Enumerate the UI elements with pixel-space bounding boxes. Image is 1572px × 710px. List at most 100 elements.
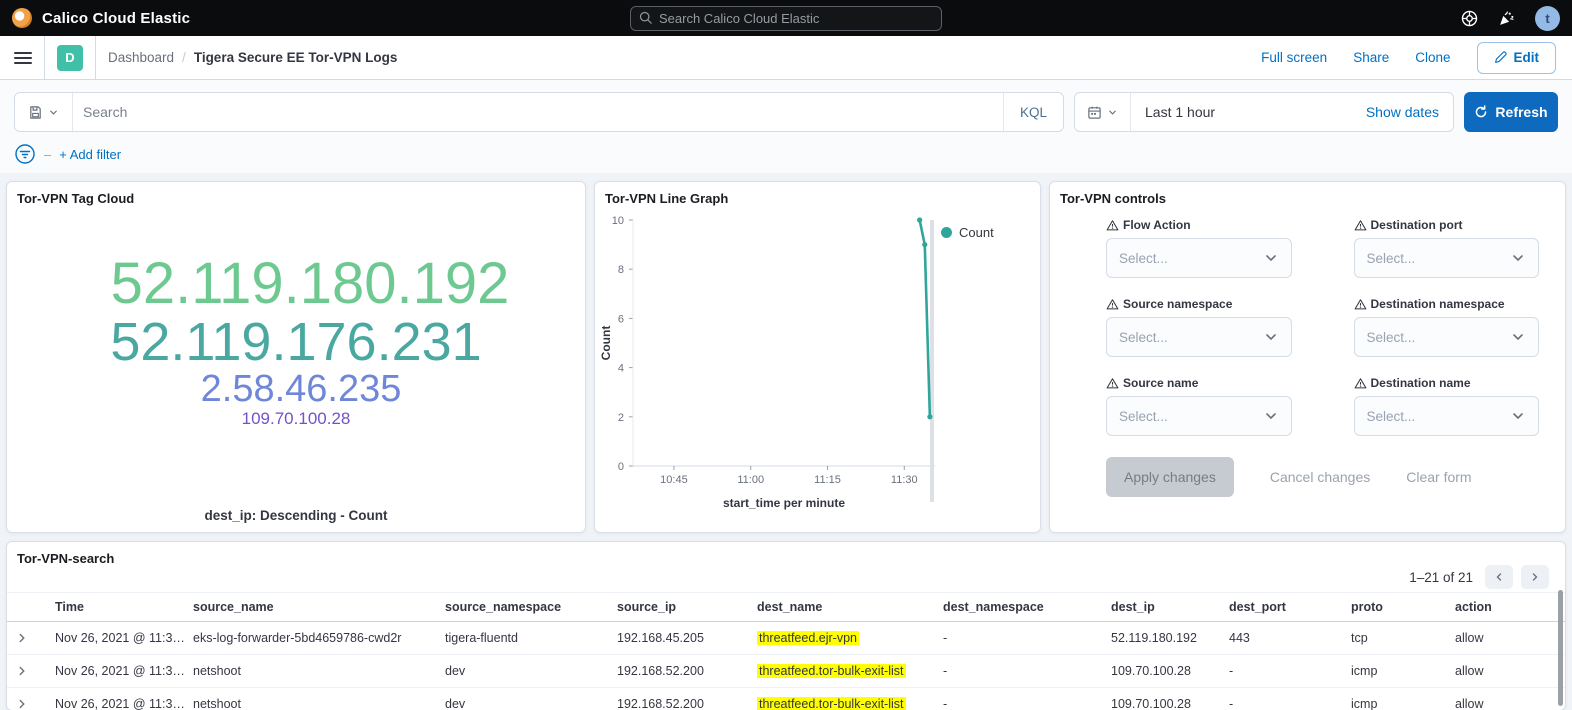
query-language-button[interactable]: KQL bbox=[1003, 93, 1063, 131]
help-life-ring-icon[interactable] bbox=[1461, 10, 1478, 27]
cell: 443 bbox=[1229, 631, 1351, 645]
svg-text:4: 4 bbox=[618, 363, 624, 375]
refresh-button[interactable]: Refresh bbox=[1464, 92, 1558, 132]
saved-query-menu-button[interactable] bbox=[15, 93, 73, 131]
select-destination-port[interactable]: Select... bbox=[1354, 238, 1540, 278]
edit-button[interactable]: Edit bbox=[1477, 42, 1557, 74]
tag-cloud-word[interactable]: 109.70.100.28 bbox=[242, 410, 351, 428]
control-label: Destination name bbox=[1354, 376, 1540, 390]
celebration-party-popper-icon[interactable] bbox=[1498, 10, 1515, 27]
tag-cloud-word[interactable]: 52.119.176.231 bbox=[110, 314, 481, 370]
control-label: Destination port bbox=[1354, 218, 1540, 232]
panel-title[interactable]: Tor-VPN Line Graph bbox=[595, 182, 1040, 210]
control-field-destination-namespace: Destination namespace Select... bbox=[1354, 297, 1540, 357]
cell: Nov 26, 2021 @ 11:34:54.000 bbox=[55, 697, 193, 710]
column-header-source_name[interactable]: source_name bbox=[193, 600, 445, 614]
highlighted-value[interactable]: threatfeed.ejr-vpn bbox=[757, 631, 859, 645]
control-field-flow-action: Flow Action Select... bbox=[1106, 218, 1292, 278]
control-label: Source name bbox=[1106, 376, 1292, 390]
svg-text:start_time per minute: start_time per minute bbox=[723, 496, 845, 510]
panel-title[interactable]: Tor-VPN-search bbox=[7, 542, 1565, 570]
search-icon bbox=[639, 11, 653, 25]
global-search-input[interactable] bbox=[659, 11, 933, 26]
highlighted-value[interactable]: threatfeed.tor-bulk-exit-list bbox=[757, 697, 906, 710]
select-destination-namespace[interactable]: Select... bbox=[1354, 317, 1540, 357]
column-header-source_ip[interactable]: source_ip bbox=[617, 600, 757, 614]
select-destination-name[interactable]: Select... bbox=[1354, 396, 1540, 436]
cell: Nov 26, 2021 @ 11:35:04.000 bbox=[55, 631, 193, 645]
chevron-down-icon bbox=[1510, 329, 1526, 345]
share-button[interactable]: Share bbox=[1353, 50, 1389, 65]
svg-text:0: 0 bbox=[618, 461, 624, 473]
apply-changes-button[interactable]: Apply changes bbox=[1106, 457, 1234, 497]
column-header-proto[interactable]: proto bbox=[1351, 600, 1455, 614]
highlighted-value[interactable]: threatfeed.tor-bulk-exit-list bbox=[757, 664, 906, 678]
user-avatar[interactable]: t bbox=[1535, 6, 1560, 31]
expand-row-button[interactable] bbox=[15, 631, 55, 645]
svg-text:11:30: 11:30 bbox=[891, 474, 918, 486]
column-header-dest_namespace[interactable]: dest_namespace bbox=[943, 600, 1111, 614]
column-header-dest_name[interactable]: dest_name bbox=[757, 600, 943, 614]
select-source-name[interactable]: Select... bbox=[1106, 396, 1292, 436]
app-logo-icon[interactable] bbox=[12, 8, 32, 28]
clone-button[interactable]: Clone bbox=[1415, 50, 1450, 65]
nav-bar: D Dashboard / Tigera Secure EE Tor-VPN L… bbox=[0, 36, 1572, 80]
table-row[interactable]: Nov 26, 2021 @ 11:35:04.000netshootdev19… bbox=[7, 655, 1565, 688]
prev-page-button[interactable] bbox=[1485, 565, 1513, 589]
chevron-down-icon bbox=[48, 107, 59, 118]
expand-row-button[interactable] bbox=[15, 697, 55, 710]
full-screen-button[interactable]: Full screen bbox=[1261, 50, 1327, 65]
svg-text:6: 6 bbox=[618, 313, 624, 325]
show-dates-button[interactable]: Show dates bbox=[1366, 104, 1453, 120]
cell: allow bbox=[1455, 631, 1557, 645]
add-filter-button[interactable]: + Add filter bbox=[59, 147, 121, 162]
breadcrumb-current: Tigera Secure EE Tor-VPN Logs bbox=[194, 50, 398, 65]
menu-icon[interactable] bbox=[14, 52, 32, 64]
table-row[interactable]: Nov 26, 2021 @ 11:35:04.000eks-log-forwa… bbox=[7, 622, 1565, 655]
global-search[interactable] bbox=[630, 6, 942, 31]
refresh-icon bbox=[1474, 105, 1488, 119]
column-header-dest_port[interactable]: dest_port bbox=[1229, 600, 1351, 614]
expand-row-button[interactable] bbox=[15, 664, 55, 678]
legend-item-count[interactable]: Count bbox=[941, 224, 994, 240]
chevron-down-icon bbox=[1107, 107, 1118, 118]
control-label: Flow Action bbox=[1106, 218, 1292, 232]
dashboard-app-badge[interactable]: D bbox=[57, 45, 83, 71]
line-chart: 024681010:4511:0011:1511:30start_time pe… bbox=[599, 210, 941, 517]
clear-form-button[interactable]: Clear form bbox=[1406, 469, 1471, 485]
quick-select-menu-button[interactable] bbox=[1075, 93, 1131, 131]
select-source-namespace[interactable]: Select... bbox=[1106, 317, 1292, 357]
table-scrollbar[interactable] bbox=[1558, 590, 1563, 706]
panel-title[interactable]: Tor-VPN controls bbox=[1050, 182, 1565, 210]
svg-text:8: 8 bbox=[618, 264, 624, 276]
table-row[interactable]: Nov 26, 2021 @ 11:34:54.000netshootdev19… bbox=[7, 688, 1565, 710]
filter-icon[interactable] bbox=[14, 143, 36, 165]
time-range-value[interactable]: Last 1 hour bbox=[1131, 104, 1215, 120]
cell: tigera-fluentd bbox=[445, 631, 617, 645]
cancel-changes-button[interactable]: Cancel changes bbox=[1270, 469, 1370, 485]
svg-text:11:15: 11:15 bbox=[814, 474, 841, 486]
control-field-source-namespace: Source namespace Select... bbox=[1106, 297, 1292, 357]
warning-icon bbox=[1106, 219, 1119, 232]
next-page-button[interactable] bbox=[1521, 565, 1549, 589]
kql-search-bar: KQL bbox=[14, 92, 1064, 132]
cell: dev bbox=[445, 697, 617, 710]
table-body: Nov 26, 2021 @ 11:35:04.000eks-log-forwa… bbox=[7, 622, 1565, 710]
chevron-right-icon bbox=[15, 664, 29, 678]
app-title: Calico Cloud Elastic bbox=[42, 10, 190, 27]
tag-cloud-panel: Tor-VPN Tag Cloud 52.119.180.19252.119.1… bbox=[6, 181, 586, 533]
query-search-input[interactable] bbox=[73, 104, 1003, 120]
column-header-time[interactable]: Time bbox=[55, 600, 193, 614]
breadcrumb-dashboard[interactable]: Dashboard bbox=[108, 50, 174, 65]
tag-cloud-word[interactable]: 2.58.46.235 bbox=[201, 370, 402, 410]
column-header-source_namespace[interactable]: source_namespace bbox=[445, 600, 617, 614]
column-header-action[interactable]: action bbox=[1455, 600, 1557, 614]
panel-title[interactable]: Tor-VPN Tag Cloud bbox=[7, 182, 585, 210]
select-flow-action[interactable]: Select... bbox=[1106, 238, 1292, 278]
tag-cloud-word[interactable]: 52.119.180.192 bbox=[111, 254, 510, 314]
line-graph-panel: Tor-VPN Line Graph 024681010:4511:0011:1… bbox=[594, 181, 1041, 533]
cell-dest-name: threatfeed.ejr-vpn bbox=[757, 631, 943, 645]
chevron-down-icon bbox=[1510, 408, 1526, 424]
column-header-dest_ip[interactable]: dest_ip bbox=[1111, 600, 1229, 614]
calendar-icon bbox=[1087, 105, 1102, 120]
